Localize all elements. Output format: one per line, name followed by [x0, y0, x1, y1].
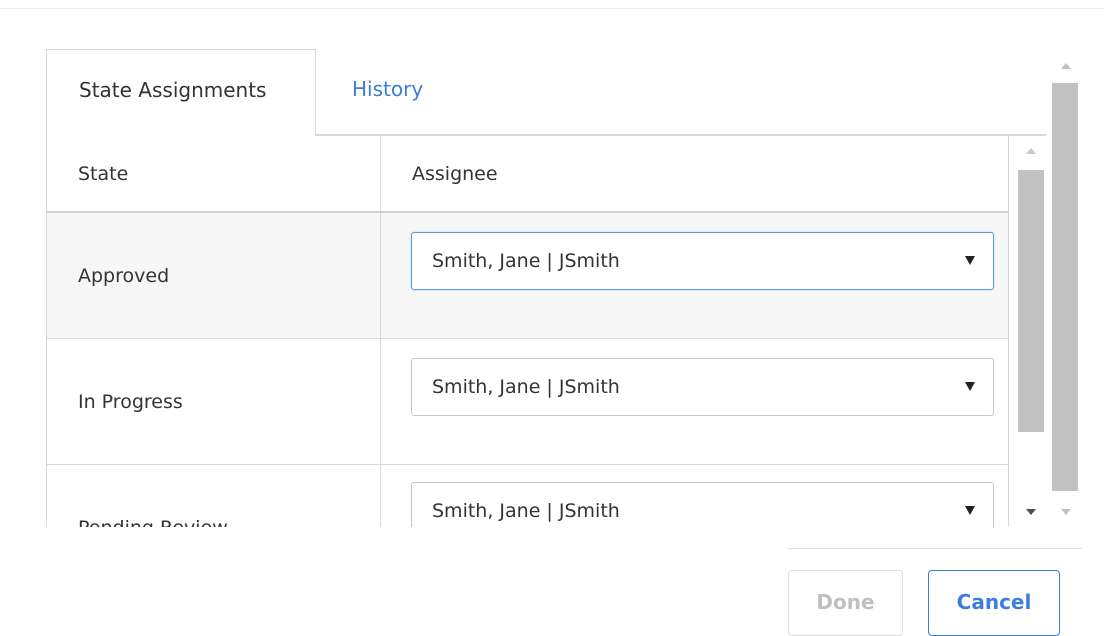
tab-state-assignments[interactable]: State Assignments: [46, 49, 316, 136]
assignee-select-value: Smith, Jane | JSmith: [432, 250, 620, 272]
scroll-down-icon[interactable]: [1061, 509, 1071, 515]
table-header-row: State Assignee: [47, 136, 1008, 213]
table-scrollbar[interactable]: [1010, 136, 1046, 527]
dialog-scrollbar-thumb[interactable]: [1052, 83, 1078, 491]
assignee-select[interactable]: Smith, Jane | JSmith: [411, 232, 994, 290]
dropdown-arrow-icon: [965, 506, 975, 515]
tab-label: History: [352, 77, 424, 101]
column-divider: [380, 136, 381, 211]
dropdown-arrow-icon: [965, 256, 975, 265]
footer-divider: [788, 548, 1082, 549]
scroll-up-icon[interactable]: [1061, 63, 1071, 69]
dialog-scrollbar[interactable]: [1048, 49, 1086, 527]
assignee-select-value: Smith, Jane | JSmith: [432, 500, 620, 522]
column-divider: [380, 339, 381, 464]
table-row[interactable]: In Progress Smith, Jane | JSmith: [47, 339, 1008, 465]
state-cell: Pending Review: [78, 516, 228, 527]
tab-history[interactable]: History: [330, 60, 450, 120]
state-cell: Approved: [78, 265, 170, 287]
column-header-assignee: Assignee: [412, 163, 498, 185]
cancel-button[interactable]: Cancel: [928, 570, 1060, 636]
column-header-state: State: [78, 163, 129, 185]
table-row[interactable]: Approved Smith, Jane | JSmith: [47, 213, 1008, 339]
tab-label: State Assignments: [79, 78, 267, 102]
done-button[interactable]: Done: [788, 570, 903, 636]
scroll-up-icon[interactable]: [1026, 148, 1036, 154]
assignee-select[interactable]: Smith, Jane | JSmith: [411, 358, 994, 416]
state-cell: In Progress: [78, 391, 183, 413]
top-divider: [0, 8, 1104, 9]
state-assignments-table: State Assignee Approved Smith, Jane | JS…: [46, 136, 1009, 527]
column-divider: [380, 465, 381, 527]
table-row[interactable]: Pending Review Smith, Jane | JSmith: [47, 465, 1008, 527]
assignee-select-value: Smith, Jane | JSmith: [432, 376, 620, 398]
scroll-down-icon[interactable]: [1026, 509, 1036, 515]
assignee-select[interactable]: Smith, Jane | JSmith: [411, 482, 994, 527]
column-divider: [380, 213, 381, 338]
table-scrollbar-thumb[interactable]: [1018, 170, 1044, 432]
dropdown-arrow-icon: [965, 382, 975, 391]
